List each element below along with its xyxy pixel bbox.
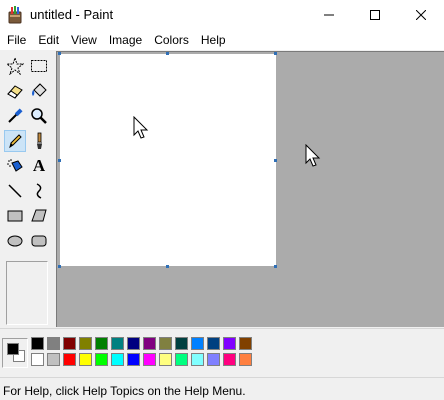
pencil-icon <box>9 134 22 149</box>
close-button[interactable] <box>398 0 444 30</box>
menu-image[interactable]: Image <box>103 30 148 50</box>
tool-rounded-rectangle[interactable] <box>28 230 50 252</box>
tool-free-form-select[interactable] <box>4 55 26 77</box>
tool-fill-with-color[interactable] <box>28 80 50 102</box>
maximize-button[interactable] <box>352 0 398 30</box>
resize-handle-top-left <box>58 52 61 55</box>
rectangle-icon <box>7 210 23 222</box>
palette-swatch[interactable] <box>159 353 172 366</box>
tool-polygon[interactable] <box>28 205 50 227</box>
resize-handle-top <box>166 52 169 55</box>
paint-bucket-icon <box>32 83 47 97</box>
palette-swatch[interactable] <box>207 337 220 350</box>
palette-swatch[interactable] <box>143 337 156 350</box>
tool-pick-color[interactable] <box>4 105 26 127</box>
toolbox: A <box>0 51 56 327</box>
resize-handle-left <box>58 159 61 162</box>
palette-swatch[interactable] <box>111 353 124 366</box>
text-icon: A <box>32 156 46 175</box>
palette-swatch[interactable] <box>175 337 188 350</box>
minimize-button[interactable] <box>306 0 352 30</box>
palette-swatch[interactable] <box>95 353 108 366</box>
palette-swatch[interactable] <box>63 337 76 350</box>
status-help-text: For Help, click Help Topics on the Help … <box>3 384 246 398</box>
mouse-cursor-icon <box>133 116 149 139</box>
mouse-cursor-icon <box>305 144 321 167</box>
tool-eraser[interactable] <box>4 80 26 102</box>
palette-swatch[interactable] <box>191 337 204 350</box>
palette-swatch[interactable] <box>95 337 108 350</box>
tool-options-box[interactable] <box>6 261 48 325</box>
palette-swatch[interactable] <box>175 353 188 366</box>
palette-swatch[interactable] <box>47 337 60 350</box>
resize-handle-bottom-left <box>58 265 61 268</box>
tool-curve[interactable] <box>28 180 50 202</box>
eraser-icon <box>7 85 23 99</box>
menu-colors[interactable]: Colors <box>148 30 195 50</box>
palette-swatch[interactable] <box>127 353 140 366</box>
palette-swatch[interactable] <box>207 353 220 366</box>
star-select-icon <box>6 57 24 75</box>
palette-swatch[interactable] <box>63 353 76 366</box>
current-colors-indicator <box>2 338 28 368</box>
foreground-color-swatch <box>7 343 19 355</box>
menu-bar: File Edit View Image Colors Help <box>0 30 444 50</box>
minimize-icon <box>324 14 334 16</box>
palette-swatch[interactable] <box>79 337 92 350</box>
tool-airbrush[interactable] <box>4 155 26 177</box>
color-palette <box>0 328 444 376</box>
palette-swatch[interactable] <box>31 337 44 350</box>
tool-pencil[interactable] <box>4 130 26 152</box>
tool-ellipse[interactable] <box>4 230 26 252</box>
palette-swatch[interactable] <box>47 353 60 366</box>
palette-swatch[interactable] <box>143 353 156 366</box>
tool-line[interactable] <box>4 180 26 202</box>
menu-view[interactable]: View <box>65 30 103 50</box>
paint-app-icon[interactable] <box>7 6 23 29</box>
status-bar: For Help, click Help Topics on the Help … <box>0 377 444 400</box>
rounded-rectangle-icon <box>31 235 47 247</box>
palette-swatch[interactable] <box>159 337 172 350</box>
palette-swatch[interactable] <box>127 337 140 350</box>
palette-swatch[interactable] <box>111 337 124 350</box>
polygon-icon <box>31 209 47 222</box>
close-icon <box>416 10 426 20</box>
resize-handle-top-right <box>274 52 277 55</box>
tool-text[interactable]: A <box>28 155 50 177</box>
tool-brush[interactable] <box>28 130 50 152</box>
curve-icon <box>36 183 42 199</box>
resize-handle-bottom[interactable] <box>166 265 169 268</box>
tool-select[interactable] <box>28 55 50 77</box>
eyedropper-icon <box>8 108 23 123</box>
magnifier-icon <box>31 108 47 124</box>
rect-select-icon <box>31 60 47 72</box>
maximize-icon <box>370 10 380 20</box>
tool-rectangle[interactable] <box>4 205 26 227</box>
brush-icon <box>37 132 42 149</box>
palette-swatch[interactable] <box>223 337 236 350</box>
palette-swatch[interactable] <box>223 353 236 366</box>
tool-magnifier[interactable] <box>28 105 50 127</box>
window-title: untitled - Paint <box>30 7 114 22</box>
palette-swatch[interactable] <box>239 353 252 366</box>
palette-swatch[interactable] <box>79 353 92 366</box>
palette-swatch[interactable] <box>31 353 44 366</box>
resize-handle-right[interactable] <box>274 159 277 162</box>
menu-file[interactable]: File <box>0 30 32 50</box>
palette-swatch[interactable] <box>191 353 204 366</box>
ellipse-icon <box>7 235 23 247</box>
airbrush-icon <box>7 159 23 172</box>
resize-handle-bottom-right[interactable] <box>274 265 277 268</box>
palette-swatch[interactable] <box>239 337 252 350</box>
line-icon <box>8 184 22 198</box>
menu-help[interactable]: Help <box>195 30 232 50</box>
drawing-canvas[interactable] <box>60 54 276 266</box>
menu-edit[interactable]: Edit <box>32 30 65 50</box>
title-bar[interactable]: untitled - Paint <box>0 0 444 30</box>
